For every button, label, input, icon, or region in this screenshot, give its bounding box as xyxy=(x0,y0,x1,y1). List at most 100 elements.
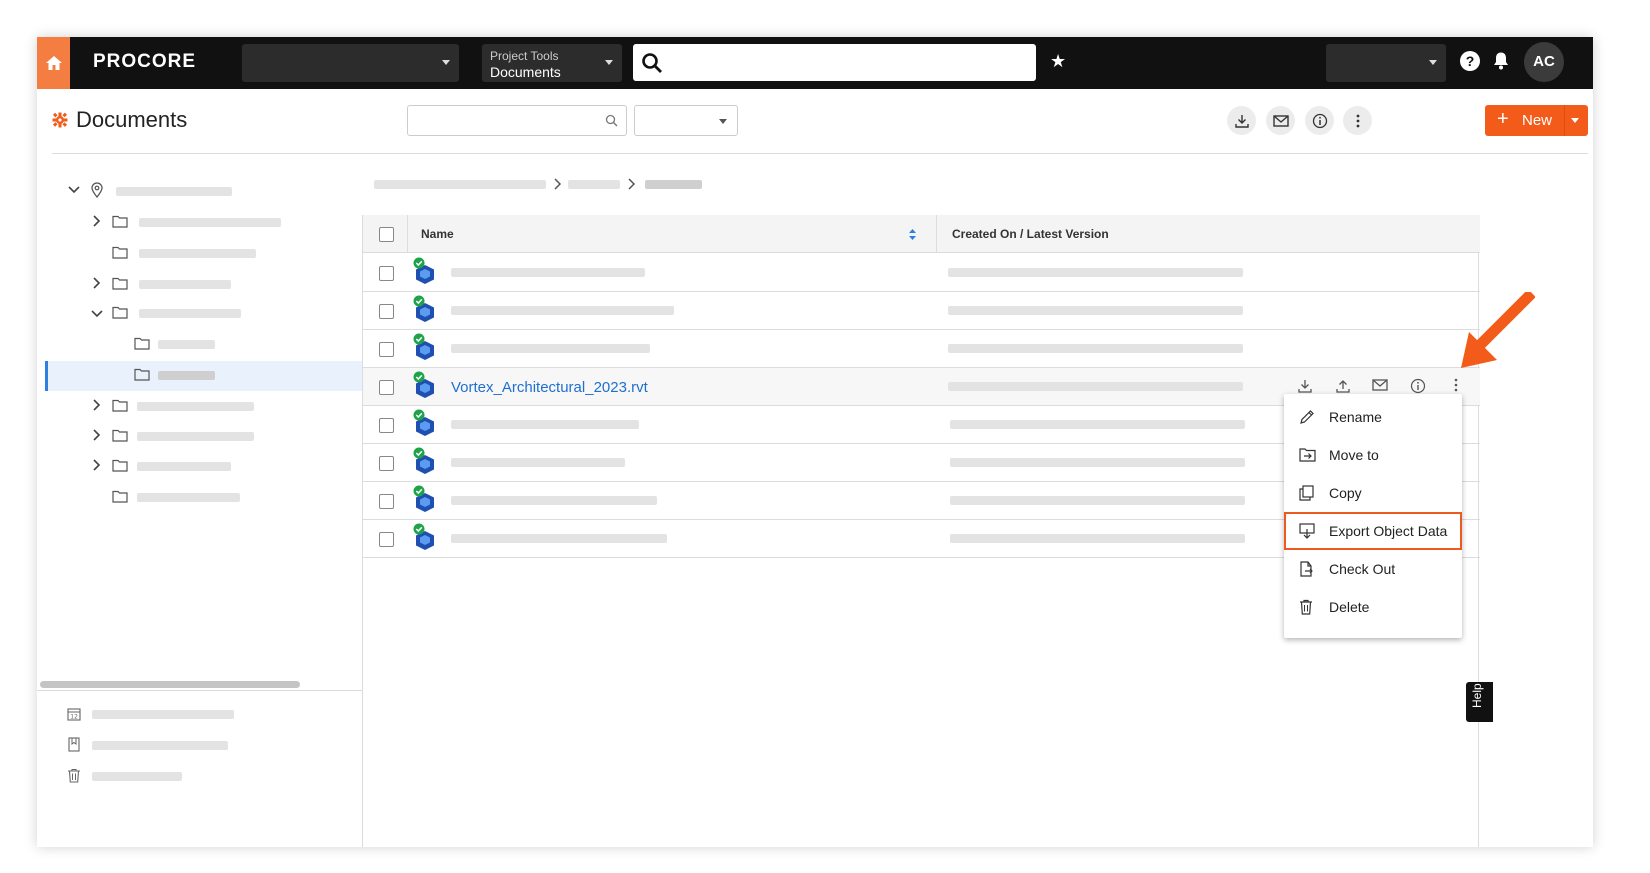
favorite-star-icon[interactable]: ★ xyxy=(1050,51,1066,72)
menu-item-move-to[interactable]: Move to xyxy=(1284,436,1462,474)
chevron-right-icon[interactable] xyxy=(92,398,102,412)
column-header-name[interactable]: Name xyxy=(421,227,454,241)
chevron-down-icon[interactable] xyxy=(90,309,104,319)
table-row[interactable] xyxy=(363,254,1480,292)
envelope-icon[interactable] xyxy=(1372,378,1388,392)
chevron-right-icon xyxy=(554,178,562,190)
menu-item-label: Delete xyxy=(1329,599,1370,615)
folder-icon xyxy=(112,399,128,412)
download-button[interactable] xyxy=(1227,106,1256,135)
new-button-label: New xyxy=(1522,112,1553,129)
menu-item-check-out[interactable]: Check Out xyxy=(1284,550,1462,588)
created-on-placeholder xyxy=(948,344,1243,353)
row-checkbox[interactable] xyxy=(379,532,394,547)
user-avatar[interactable]: AC xyxy=(1524,42,1564,82)
document-search-input[interactable] xyxy=(407,105,627,136)
global-search-input[interactable] xyxy=(633,44,1036,81)
upload-icon[interactable] xyxy=(1335,378,1351,394)
trash-icon xyxy=(68,768,80,783)
info-button[interactable] xyxy=(1305,106,1334,135)
annotation-arrow-icon xyxy=(1461,292,1535,368)
sort-icon[interactable] xyxy=(908,228,917,241)
documents-tool-icon xyxy=(52,112,68,128)
file-name-placeholder xyxy=(451,306,674,315)
pencil-icon xyxy=(1300,410,1314,424)
search-icon xyxy=(642,53,662,73)
row-checkbox[interactable] xyxy=(379,380,394,395)
file-name-placeholder xyxy=(451,268,645,277)
breadcrumb-item[interactable] xyxy=(568,180,620,189)
app-window: PROCORE Project Tools Documents ★ ? AC D… xyxy=(37,37,1593,847)
created-on-placeholder xyxy=(948,268,1243,277)
file-name-link[interactable]: Vortex_Architectural_2023.rvt xyxy=(451,379,648,396)
chevron-down-icon[interactable] xyxy=(67,185,81,195)
split-divider xyxy=(1564,105,1565,136)
menu-item-copy[interactable]: Copy xyxy=(1284,474,1462,512)
svg-text:12: 12 xyxy=(70,714,78,721)
row-checkbox[interactable] xyxy=(379,266,394,281)
row-checkbox[interactable] xyxy=(379,494,394,509)
revit-file-icon xyxy=(413,333,434,360)
row-checkbox[interactable] xyxy=(379,456,394,471)
folder-icon xyxy=(112,490,128,503)
info-icon[interactable] xyxy=(1410,378,1426,394)
menu-item-export-object-data[interactable]: Export Object Data xyxy=(1284,512,1462,550)
new-button[interactable]: + New xyxy=(1485,105,1588,136)
chevron-down-icon xyxy=(442,60,450,65)
menu-item-label: Export Object Data xyxy=(1329,523,1448,539)
home-button[interactable] xyxy=(37,37,70,89)
tree-label-folder xyxy=(137,462,231,471)
select-all-checkbox[interactable] xyxy=(379,227,394,242)
sidebar-bookmark-item[interactable] xyxy=(92,741,228,750)
email-button[interactable] xyxy=(1266,106,1295,135)
help-icon[interactable]: ? xyxy=(1460,51,1480,71)
menu-item-delete[interactable]: Delete xyxy=(1284,588,1462,626)
menu-item-label: Rename xyxy=(1329,409,1382,425)
kebab-icon[interactable] xyxy=(1454,378,1458,392)
envelope-icon xyxy=(1272,114,1289,127)
trash-icon xyxy=(1300,599,1312,615)
sidebar-divider xyxy=(37,690,362,691)
project-tools-dropdown[interactable]: Project Tools Documents xyxy=(482,44,622,82)
tree-label-subfolder xyxy=(158,340,215,349)
breadcrumb-current xyxy=(645,180,702,189)
row-checkbox[interactable] xyxy=(379,342,394,357)
folder-icon xyxy=(112,429,128,442)
menu-item-rename[interactable]: Rename xyxy=(1284,398,1462,436)
menu-item-label: Move to xyxy=(1329,447,1379,463)
chevron-right-icon[interactable] xyxy=(92,428,102,442)
menu-item-label: Check Out xyxy=(1329,561,1396,577)
row-checkbox[interactable] xyxy=(379,304,394,319)
download-icon[interactable] xyxy=(1297,378,1313,394)
table-row[interactable] xyxy=(363,292,1480,330)
sidebar-recent-item[interactable] xyxy=(92,710,234,719)
sidebar-recycle-bin-item[interactable] xyxy=(92,772,182,781)
search-icon xyxy=(605,114,618,127)
file-name-placeholder xyxy=(451,458,625,467)
tree-label-subfolder-selected xyxy=(158,371,215,380)
check-out-icon xyxy=(1300,561,1313,577)
column-header-created[interactable]: Created On / Latest Version xyxy=(952,227,1109,241)
chevron-right-icon[interactable] xyxy=(92,214,102,228)
top-navigation-bar: PROCORE Project Tools Documents ★ ? AC xyxy=(37,37,1593,89)
more-options-button[interactable] xyxy=(1343,106,1372,135)
revit-file-icon xyxy=(413,485,434,512)
company-dropdown[interactable] xyxy=(242,44,459,82)
sidebar-scrollbar[interactable] xyxy=(40,681,300,688)
chevron-right-icon[interactable] xyxy=(92,276,102,290)
chevron-right-icon[interactable] xyxy=(92,458,102,472)
file-name-placeholder xyxy=(451,534,667,543)
project-dropdown[interactable] xyxy=(1326,44,1446,82)
calendar-icon: 12 xyxy=(67,708,81,721)
created-on-placeholder xyxy=(948,306,1243,315)
table-row[interactable] xyxy=(363,330,1480,368)
help-tab[interactable]: Help xyxy=(1466,682,1493,722)
chevron-down-icon xyxy=(719,119,727,124)
row-checkbox[interactable] xyxy=(379,418,394,433)
breadcrumb-item[interactable] xyxy=(374,180,546,189)
tree-label-folder xyxy=(139,218,281,227)
tree-label-folder xyxy=(139,280,231,289)
filter-dropdown[interactable] xyxy=(634,105,738,136)
bell-icon[interactable] xyxy=(1492,51,1510,71)
chevron-down-icon[interactable] xyxy=(1571,118,1579,123)
